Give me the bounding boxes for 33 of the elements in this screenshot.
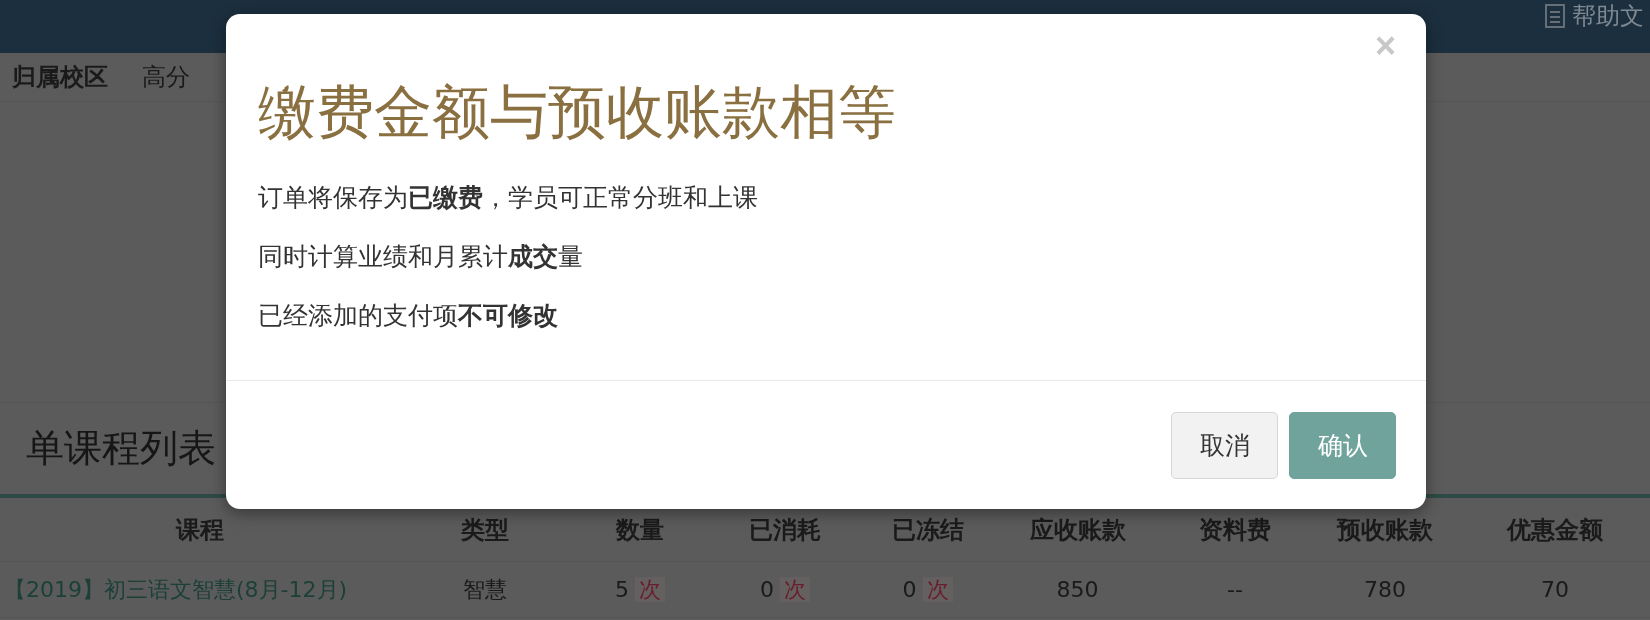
column-header: 资料费 <box>1198 514 1272 546</box>
column-header: 预收账款 <box>1335 514 1434 546</box>
campus-value: 高分 <box>142 62 190 93</box>
table-cell-text: 70 <box>1540 577 1570 602</box>
column-header: 已消耗 <box>748 514 822 546</box>
cancel-button[interactable]: 取消 <box>1171 411 1278 479</box>
column-header: 课程 <box>174 514 225 546</box>
column-header: 应收账款 <box>1028 514 1127 546</box>
campus-label: 归属校区 <box>12 62 108 93</box>
dialog-text: 订单将保存为已缴费，学员可正常分班和上课 <box>258 182 759 214</box>
table-cell-text: -- <box>1226 577 1244 602</box>
unit-badge: 次 <box>780 576 810 602</box>
unit-badge: 次 <box>922 576 953 602</box>
document-icon <box>1544 3 1566 29</box>
count-value: 0 <box>760 576 774 602</box>
course-link[interactable]: 【2019】初三语文智慧(8月-12月) <box>0 574 400 605</box>
dialog-title: 缴费金额与预收账款相等 <box>258 77 897 148</box>
dialog-text: 同时计算业绩和月累计成交量 <box>258 241 584 273</box>
help-link[interactable]: 帮助文 <box>1544 2 1644 30</box>
count-value: 5 <box>615 576 629 602</box>
column-header: 优惠金额 <box>1505 514 1604 546</box>
table-cell-text: 智慧 <box>462 575 508 604</box>
table-cell-text: 850 <box>1055 577 1100 602</box>
close-button[interactable]: × <box>1374 26 1396 66</box>
column-header: 数量 <box>614 514 665 546</box>
unit-badge: 次 <box>635 576 665 602</box>
table-cell-text: 780 <box>1363 577 1407 602</box>
column-header: 类型 <box>460 514 510 546</box>
column-header: 已冻结 <box>890 514 965 546</box>
section-title: 单课程列表 <box>26 425 216 472</box>
dialog-text: 已经添加的支付项不可修改 <box>258 300 559 332</box>
count-value: 0 <box>902 576 917 602</box>
confirm-button[interactable]: 确认 <box>1289 411 1396 479</box>
